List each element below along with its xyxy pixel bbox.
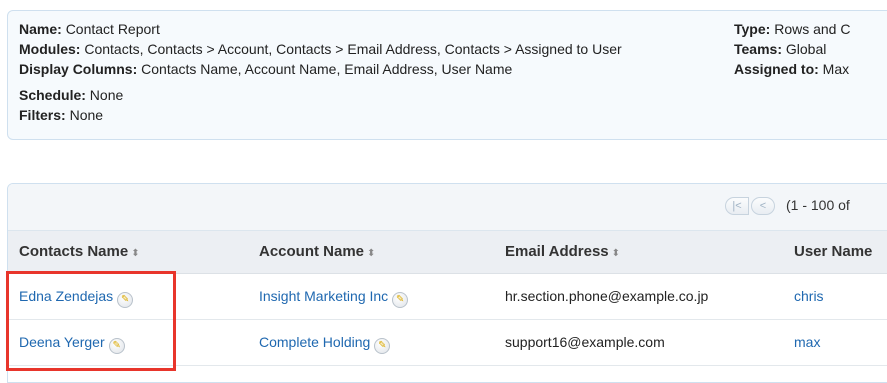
- display-columns-value: Contacts Name, Account Name, Email Addre…: [141, 61, 513, 77]
- sort-icon: ⬍: [611, 248, 621, 259]
- column-header-label: User Name: [794, 243, 873, 260]
- assigned-to-label: Assigned to:: [734, 61, 819, 77]
- pagination-range: (1 - 100 of: [786, 197, 850, 213]
- schedule-label: Schedule:: [19, 87, 86, 103]
- summary-name: Name: Contact Report: [19, 21, 160, 37]
- assigned-to-value: Max: [822, 61, 850, 77]
- type-label: Type:: [734, 21, 771, 37]
- name-label: Name:: [19, 21, 62, 37]
- email-address-cell: hr.section.phone@example.co.jp: [505, 288, 709, 304]
- email-address-cell: support16@example.com: [505, 334, 665, 350]
- pagination-bar: |< < (1 - 100 of: [8, 184, 887, 231]
- first-page-icon[interactable]: |<: [725, 197, 749, 215]
- account-name-link[interactable]: Insight Marketing Inc: [259, 288, 388, 304]
- summary-assigned-to: Assigned to: Max: [734, 61, 849, 77]
- user-name-link[interactable]: max: [794, 334, 820, 350]
- column-header-label: Contacts Name: [19, 243, 129, 260]
- user-name-cell: max: [794, 334, 820, 350]
- highlight-box: [6, 271, 176, 371]
- display-columns-label: Display Columns:: [19, 61, 138, 77]
- teams-value: Global: [785, 41, 827, 57]
- modules-value: Contacts, Contacts > Account, Contacts >…: [84, 41, 622, 57]
- sort-icon: ⬍: [367, 248, 376, 259]
- column-header-user-name[interactable]: User Name: [794, 243, 872, 260]
- schedule-value: None: [89, 87, 124, 103]
- filters-label: Filters:: [19, 107, 66, 123]
- teams-label: Teams:: [734, 41, 782, 57]
- modules-label: Modules:: [19, 41, 81, 57]
- pencil-icon[interactable]: ✎: [374, 338, 391, 354]
- summary-display-columns: Display Columns: Contacts Name, Account …: [19, 61, 512, 77]
- column-header-contacts-name[interactable]: Contacts Name ⬍: [19, 243, 140, 260]
- column-header-email-address[interactable]: Email Address ⬍: [505, 243, 620, 260]
- report-summary-panel: Name: Contact Report Modules: Contacts, …: [7, 10, 887, 140]
- sort-icon: ⬍: [131, 248, 140, 259]
- summary-schedule: Schedule: None: [19, 87, 123, 103]
- column-header-label: Email Address: [505, 243, 609, 260]
- summary-modules: Modules: Contacts, Contacts > Account, C…: [19, 41, 622, 57]
- account-name-cell: Insight Marketing Inc ✎: [259, 288, 409, 308]
- name-value: Contact Report: [65, 21, 160, 37]
- pencil-icon[interactable]: ✎: [392, 292, 409, 308]
- filters-value: None: [69, 107, 104, 123]
- summary-filters: Filters: None: [19, 107, 103, 123]
- table-header-row: Contacts Name ⬍ Account Name ⬍ Email Addre…: [8, 231, 887, 274]
- account-name-link[interactable]: Complete Holding: [259, 334, 370, 350]
- summary-type: Type: Rows and C: [734, 21, 850, 37]
- user-name-cell: chris: [794, 288, 824, 304]
- column-header-label: Account Name: [259, 243, 365, 260]
- account-name-cell: Complete Holding ✎: [259, 334, 391, 354]
- column-header-account-name[interactable]: Account Name ⬍: [259, 243, 375, 260]
- summary-teams: Teams: Global: [734, 41, 826, 57]
- user-name-link[interactable]: chris: [794, 288, 824, 304]
- type-value: Rows and C: [774, 21, 851, 37]
- prev-page-icon[interactable]: <: [751, 197, 775, 215]
